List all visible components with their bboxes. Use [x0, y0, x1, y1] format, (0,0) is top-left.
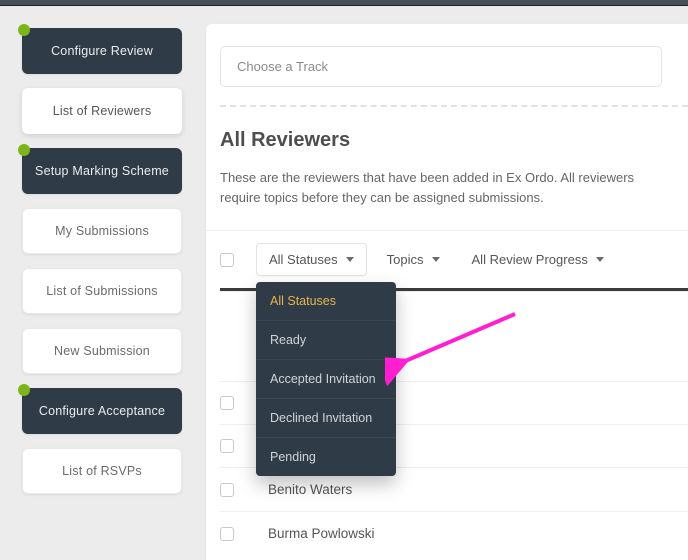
sidebar-item-label: My Submissions	[55, 224, 149, 238]
chevron-down-icon	[346, 257, 354, 262]
sidebar-item-label: New Submission	[54, 344, 150, 358]
status-option-label: Accepted Invitation	[270, 372, 376, 386]
status-dot-icon	[18, 384, 30, 396]
status-dropdown: All Statuses Ready Accepted Invitation D…	[256, 282, 396, 476]
main: Choose a Track All Reviewers These are t…	[188, 6, 688, 560]
filter-progress-label: All Review Progress	[472, 252, 588, 267]
sidebar-item-setup-marking-scheme[interactable]: Setup Marking Scheme	[22, 148, 176, 194]
track-placeholder: Choose a Track	[237, 59, 328, 74]
status-dot-icon	[18, 24, 30, 36]
page-description: These are the reviewers that have been a…	[220, 168, 664, 208]
filter-status[interactable]: All Statuses All Statuses Ready Accepted…	[256, 243, 367, 276]
page: Configure Review List of Reviewers Setup…	[0, 6, 688, 560]
filter-topics-label: Topics	[387, 252, 424, 267]
status-option-label: Ready	[270, 333, 306, 347]
sidebar-item-list-of-submissions[interactable]: List of Submissions	[22, 268, 176, 314]
row-checkbox[interactable]	[220, 439, 234, 453]
row-checkbox[interactable]	[220, 483, 234, 497]
sidebar-item-configure-review[interactable]: Configure Review	[22, 28, 176, 74]
status-option-pending[interactable]: Pending	[256, 437, 396, 476]
reviewer-name: Burma Powlowski	[268, 526, 375, 541]
reviewer-name: Benito Waters	[268, 482, 352, 497]
sidebar-item-list-of-rsvps[interactable]: List of RSVPs	[22, 448, 176, 494]
sidebar-item-label: Configure Review	[51, 44, 153, 58]
filter-progress[interactable]: All Review Progress	[460, 244, 616, 275]
sidebar-item-label: List of Reviewers	[53, 104, 152, 118]
status-dot-icon	[18, 144, 30, 156]
row-checkbox[interactable]	[220, 396, 234, 410]
sidebar-item-configure-acceptance[interactable]: Configure Acceptance	[22, 388, 176, 434]
sidebar-item-my-submissions[interactable]: My Submissions	[22, 208, 176, 254]
status-option-accepted[interactable]: Accepted Invitation	[256, 359, 396, 398]
row-checkbox[interactable]	[220, 527, 234, 541]
sidebar-item-label: Setup Marking Scheme	[35, 164, 169, 178]
filter-status-label: All Statuses	[269, 252, 338, 267]
sidebar-item-list-of-reviewers[interactable]: List of Reviewers	[22, 88, 176, 134]
status-option-label: Pending	[270, 450, 316, 464]
divider-dashed	[220, 105, 688, 107]
track-select[interactable]: Choose a Track	[220, 46, 662, 87]
chevron-down-icon	[432, 257, 440, 262]
status-option-declined[interactable]: Declined Invitation	[256, 398, 396, 437]
sidebar: Configure Review List of Reviewers Setup…	[0, 6, 188, 560]
table-row: Burma Powlowski	[220, 511, 688, 555]
status-option-label: Declined Invitation	[270, 411, 372, 425]
track-bar: Choose a Track	[206, 24, 688, 87]
status-option-all[interactable]: All Statuses	[256, 282, 396, 320]
chevron-down-icon	[596, 257, 604, 262]
filter-topics[interactable]: Topics	[375, 244, 452, 275]
sidebar-item-new-submission[interactable]: New Submission	[22, 328, 176, 374]
sidebar-item-label: Configure Acceptance	[39, 404, 165, 418]
sidebar-item-label: List of RSVPs	[62, 464, 142, 478]
status-option-label: All Statuses	[270, 294, 336, 308]
select-all-checkbox[interactable]	[220, 253, 234, 267]
sidebar-item-label: List of Submissions	[46, 284, 157, 298]
status-option-ready[interactable]: Ready	[256, 320, 396, 359]
page-title: All Reviewers	[220, 129, 688, 152]
panel: Choose a Track All Reviewers These are t…	[206, 24, 688, 560]
filter-bar: All Statuses All Statuses Ready Accepted…	[206, 230, 688, 288]
